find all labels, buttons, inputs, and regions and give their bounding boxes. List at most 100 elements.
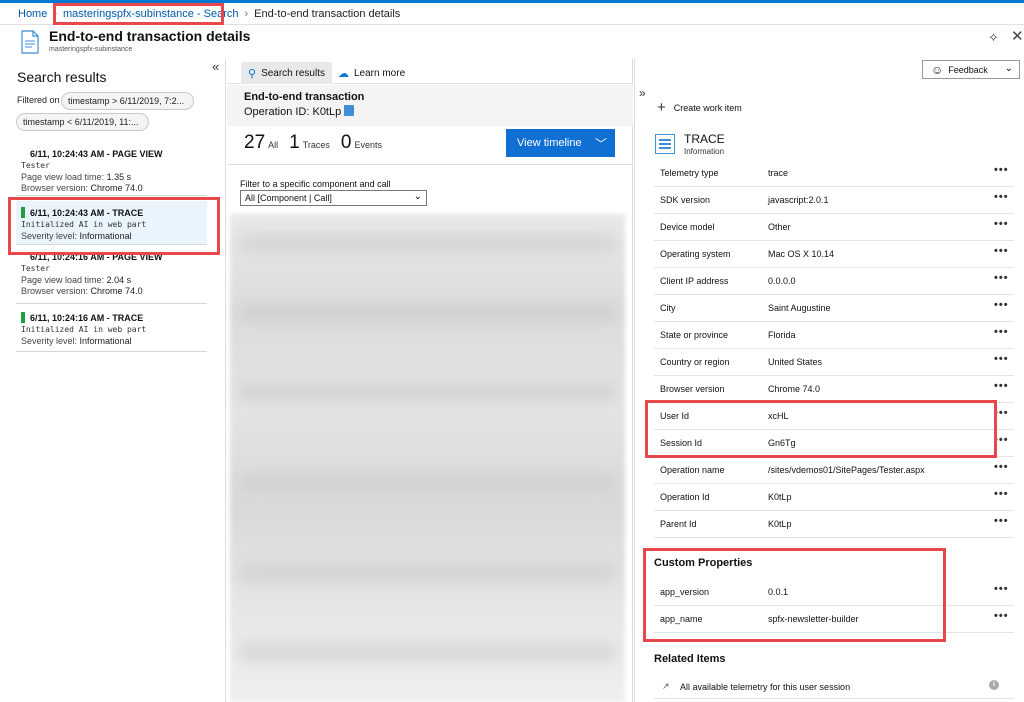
property-value: K0tLp xyxy=(768,492,792,502)
transaction-pane: ⚲ Search results ☁ Learn more End-to-end t… xyxy=(227,59,633,702)
result-name: Tester xyxy=(21,161,50,170)
copy-icon[interactable] xyxy=(344,105,355,116)
page-title: End-to-end transaction details xyxy=(49,28,251,44)
tab-label: Search results xyxy=(261,67,325,79)
plus-icon: + xyxy=(657,99,666,116)
property-key: Browser version xyxy=(660,384,725,394)
property-value: Saint Augustine xyxy=(768,303,831,313)
property-value: Mac OS X 10.14 xyxy=(768,249,835,259)
more-options-icon[interactable]: ••• xyxy=(994,245,1009,257)
result-value: Chrome 74.0 xyxy=(90,286,143,296)
result-value: 2.04 s xyxy=(106,275,132,285)
result-name: Tester xyxy=(21,264,50,273)
property-key: Client IP address xyxy=(660,276,729,286)
filter-pill[interactable]: timestamp < 6/11/2019, 11:... xyxy=(16,113,149,131)
count-traces-number[interactable]: 1 xyxy=(289,132,300,154)
more-options-icon[interactable]: ••• xyxy=(994,610,1009,622)
collapse-pane-icon[interactable]: « xyxy=(212,59,219,74)
property-value: Chrome 74.0 xyxy=(768,384,821,394)
component-filter-value: All [Component | Call] xyxy=(245,193,332,203)
property-row: Operation Id K0tLp ••• xyxy=(654,484,1014,511)
more-options-icon[interactable]: ••• xyxy=(994,272,1009,284)
property-key: Operation name xyxy=(660,465,725,475)
property-row: Country or region United States ••• xyxy=(654,349,1014,376)
property-key: State or province xyxy=(660,330,729,340)
property-row: Device model Other ••• xyxy=(654,214,1014,241)
property-value: Florida xyxy=(768,330,796,340)
page-subtitle: masteringspfx-subinstance xyxy=(49,46,133,53)
view-timeline-label: View timeline xyxy=(517,137,582,149)
result-value: 1.35 s xyxy=(106,172,132,182)
result-name: Initialized AI in web part xyxy=(21,325,147,334)
more-options-icon[interactable]: ••• xyxy=(994,299,1009,311)
more-options-icon[interactable]: ••• xyxy=(994,326,1009,338)
result-key: Severity level: xyxy=(21,336,78,346)
filter-pill[interactable]: timestamp > 6/11/2019, 7:2... xyxy=(61,92,194,110)
property-key: Country or region xyxy=(660,357,730,367)
result-value: Informational xyxy=(79,336,132,346)
property-row: State or province Florida ••• xyxy=(654,322,1014,349)
count-events-number[interactable]: 0 xyxy=(341,132,352,154)
property-row: Parent Id K0tLp ••• xyxy=(654,511,1014,538)
create-work-item-button[interactable]: + Create work item xyxy=(657,99,742,116)
property-row: Operation name/sites/vdemos01/SitePages/… xyxy=(654,457,1014,484)
document-icon xyxy=(21,30,39,54)
property-row: Client IP address 0.0.0.0 ••• xyxy=(654,268,1014,295)
trace-title: TRACE xyxy=(684,132,725,146)
more-options-icon[interactable]: ••• xyxy=(994,488,1009,500)
chevron-down-icon: ﹀ xyxy=(594,137,607,151)
more-options-icon[interactable]: ••• xyxy=(994,515,1009,527)
close-icon[interactable]: ✕ xyxy=(1011,27,1024,45)
more-options-icon[interactable]: ••• xyxy=(994,218,1009,230)
more-options-icon[interactable]: ••• xyxy=(994,353,1009,365)
property-key: Parent Id xyxy=(660,519,697,529)
cloud-icon: ☁ xyxy=(338,67,349,80)
more-options-icon[interactable]: ••• xyxy=(994,461,1009,473)
result-title: 6/11, 10:24:16 AM - TRACE xyxy=(30,312,144,323)
result-title: 6/11, 10:24:43 AM - PAGE VIEW xyxy=(30,149,163,159)
property-key: Operating system xyxy=(660,249,731,259)
chevron-down-icon: ⌄ xyxy=(1004,63,1013,74)
more-options-icon[interactable]: ••• xyxy=(994,191,1009,203)
highlight-box-user-session xyxy=(645,400,997,458)
result-item-trace[interactable]: 6/11, 10:24:16 AM - TRACE Initialized AI… xyxy=(16,309,207,352)
info-icon[interactable]: i xyxy=(989,680,999,690)
more-options-icon[interactable]: ••• xyxy=(994,583,1009,595)
count-events-label: Events xyxy=(354,140,382,150)
highlight-box-breadcrumb xyxy=(53,3,224,25)
property-key: City xyxy=(660,303,676,313)
trace-subtitle: Information xyxy=(684,147,725,156)
breadcrumb-home[interactable]: Home xyxy=(18,8,47,20)
create-work-item-label: Create work item xyxy=(673,102,742,113)
trace-indicator-bar xyxy=(21,312,25,323)
property-value: K0tLp xyxy=(768,519,792,529)
event-counts: 27 All 1 Traces 0 Events xyxy=(244,132,393,154)
result-key: Browser version: xyxy=(21,286,89,296)
transaction-title: End-to-end transaction xyxy=(244,91,365,103)
view-timeline-button[interactable]: View timeline ﹀ xyxy=(506,129,615,157)
blade-header: End-to-end transaction details mastering… xyxy=(0,26,1024,59)
tab-learn-more[interactable]: ☁ Learn more xyxy=(331,62,412,84)
breadcrumb-separator: › xyxy=(244,7,249,20)
expand-pane-icon[interactable]: » xyxy=(639,86,646,100)
pin-icon[interactable]: ✧ xyxy=(988,30,999,46)
count-all-label: All xyxy=(268,140,279,150)
component-filter-select[interactable]: All [Component | Call] ⌄ xyxy=(240,190,427,206)
result-item-page-view[interactable]: 6/11, 10:24:16 AM - PAGE VIEW Tester Pag… xyxy=(16,251,207,304)
related-item[interactable]: ↗ All available telemetry for this user … xyxy=(654,675,1014,699)
trace-header: TRACE Information xyxy=(655,131,1015,157)
property-value: Other xyxy=(768,222,791,232)
property-value: javascript:2.0.1 xyxy=(768,195,829,205)
feedback-button[interactable]: ☺ Feedback ⌄ xyxy=(922,60,1020,79)
tab-search-results[interactable]: ⚲ Search results xyxy=(241,62,332,84)
filtered-on-label: Filtered on xyxy=(17,95,60,105)
more-options-icon[interactable]: ••• xyxy=(994,380,1009,392)
arrow-icon: ↗ xyxy=(662,681,670,691)
chevron-down-icon: ⌄ xyxy=(413,191,422,202)
result-item-page-view[interactable]: 6/11, 10:24:43 AM - PAGE VIEW Tester Pag… xyxy=(16,146,207,196)
more-options-icon[interactable]: ••• xyxy=(994,164,1009,176)
count-all-number[interactable]: 27 xyxy=(244,132,265,154)
property-row: Browser version Chrome 74.0 ••• xyxy=(654,376,1014,403)
filter-label: Filter to a specific component and call xyxy=(240,179,391,189)
result-key: Browser version: xyxy=(21,183,89,193)
